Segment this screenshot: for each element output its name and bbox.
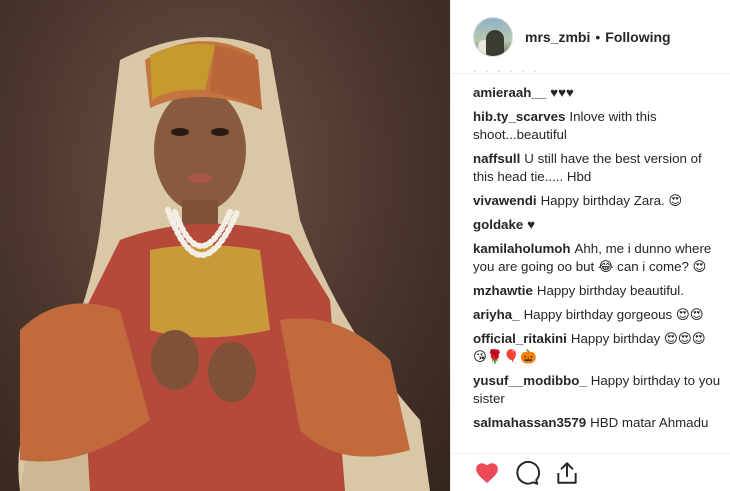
comment-username[interactable]: ariyha_ — [473, 307, 520, 322]
comment-username[interactable]: hib.ty_scarves — [473, 109, 565, 124]
comment-text: Happy birthday beautiful. — [536, 283, 684, 298]
share-button[interactable] — [553, 459, 581, 487]
comment-username[interactable]: mzhawtie — [473, 283, 533, 298]
following-button[interactable]: Following — [605, 29, 670, 45]
comment: mzhawtie Happy birthday beautiful. — [473, 282, 723, 300]
comment: goldake ♥ — [473, 216, 723, 234]
comments-scroll-fade: · · · · · · — [473, 66, 540, 77]
comment-text: Happy birthday Zara. 😍 — [540, 193, 683, 208]
comment: hib.ty_scarves Inlove with this shoot...b… — [473, 108, 723, 144]
comment-username[interactable]: salmahassan3579 — [473, 415, 586, 430]
comment-username[interactable]: kamilaholumoh — [473, 241, 571, 256]
comment-username[interactable]: official_ritakini — [473, 331, 567, 346]
comment-username[interactable]: amieraah__ — [473, 85, 546, 100]
separator-dot: • — [595, 28, 601, 45]
comment: ariyha_ Happy birthday gorgeous 😍😍 — [473, 306, 723, 324]
comment-text: ♥ — [527, 217, 536, 232]
comment: yusuf__modibbo_ Happy birthday to you sis… — [473, 372, 723, 408]
comment: salmahassan3579 HBD matar Ahmadu — [473, 414, 723, 432]
comment-bubble-icon — [516, 460, 540, 485]
comment: naffsull U still have the best version of… — [473, 150, 723, 186]
comment-text: Happy birthday gorgeous 😍😍 — [523, 307, 704, 322]
comment-text: ♥♥♥ — [550, 85, 574, 100]
share-icon — [557, 461, 577, 484]
instagram-post: mrs_zmbi • Following · · · · · · amieraa… — [0, 0, 730, 491]
username-link[interactable]: mrs_zmbi — [525, 29, 590, 45]
heart-icon — [476, 462, 498, 483]
comment-username[interactable]: vivawendi — [473, 193, 537, 208]
comment-username[interactable]: yusuf__modibbo_ — [473, 373, 587, 388]
comment: kamilaholumoh Ahh, me i dunno where you a… — [473, 240, 723, 276]
comment: official_ritakini Happy birthday 😍😍😍 😘🌹🎈🎃 — [473, 330, 723, 366]
comment-text: HBD matar Ahmadu — [590, 415, 709, 430]
post-actions-bar — [451, 453, 730, 491]
portrait-illustration — [18, 37, 430, 491]
post-photo[interactable] — [0, 0, 450, 491]
comment-username[interactable]: naffsull — [473, 151, 520, 166]
like-button[interactable] — [473, 459, 501, 487]
comment: amieraah__ ♥♥♥ — [473, 84, 723, 102]
comment: vivawendi Happy birthday Zara. 😍 — [473, 192, 723, 210]
comment-button[interactable] — [513, 459, 541, 487]
comment-username[interactable]: goldake — [473, 217, 523, 232]
avatar[interactable] — [473, 16, 513, 57]
comments-list[interactable]: · · · · · · amieraah__ ♥♥♥ hib.ty_scarves… — [473, 62, 723, 452]
post-side-panel: mrs_zmbi • Following · · · · · · amieraa… — [450, 0, 730, 491]
